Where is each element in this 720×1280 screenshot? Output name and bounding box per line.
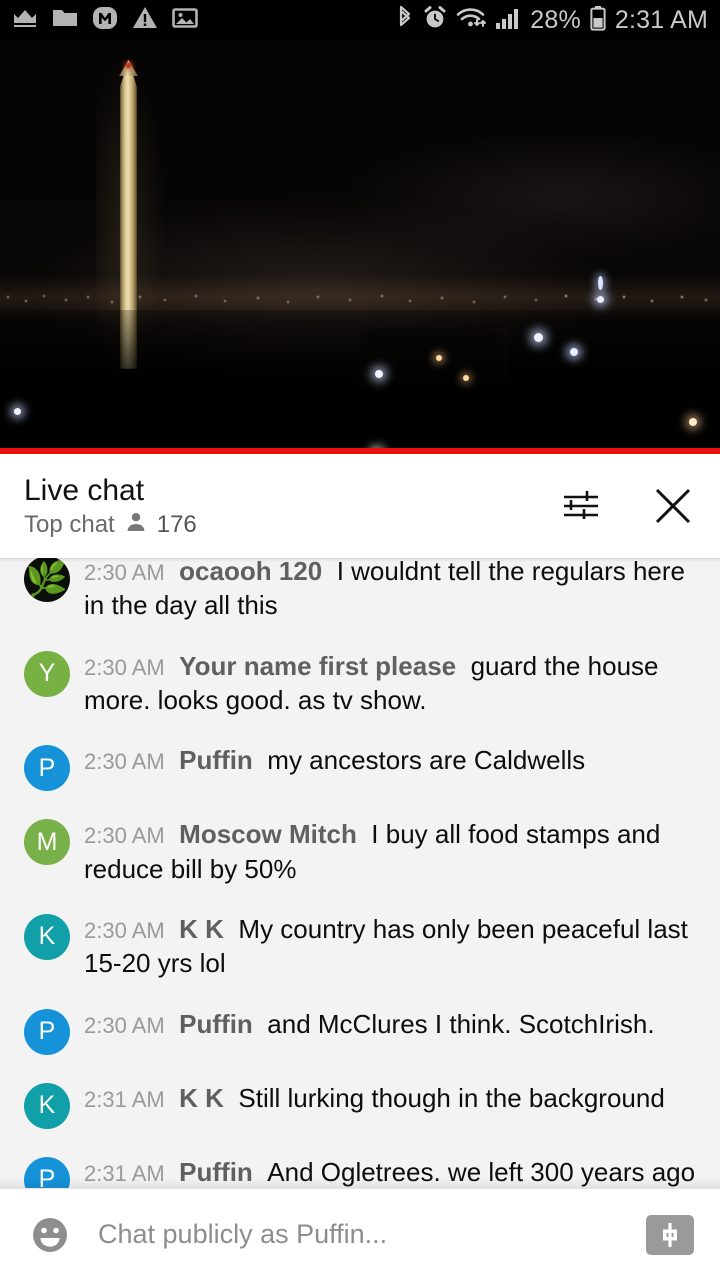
cannabis-leaf-icon: 🌿: [25, 560, 69, 598]
video-lamp: [689, 418, 697, 426]
chat-message-body: 2:30 AM ocaooh 120 I wouldnt tell the re…: [84, 558, 696, 623]
close-icon[interactable]: [650, 483, 696, 529]
chat-message-time: 2:30 AM: [84, 560, 165, 585]
avatar-letter: M: [36, 827, 58, 856]
video-lamp: [463, 375, 469, 381]
warning-icon: [132, 6, 158, 34]
avatar-letter: P: [38, 1017, 56, 1045]
chat-message-body: 2:30 AM Moscow Mitch I buy all food stam…: [84, 817, 696, 886]
avatar-letter: Y: [38, 659, 56, 688]
chat-message-text: I buy all food stamps and reduce bill by…: [84, 819, 661, 884]
tune-sliders-icon[interactable]: [558, 483, 604, 529]
chat-message-time: 2:30 AM: [84, 917, 165, 943]
chat-message[interactable]: K 2:30 AM K K My country has only been pe…: [0, 898, 720, 993]
monument-beacon-light: [126, 63, 131, 68]
page-title: Live chat: [24, 473, 145, 507]
person-icon: [125, 511, 147, 538]
live-chat-header: Live chat Top chat 176: [0, 454, 720, 558]
chat-message-list[interactable]: 🌿 2:30 AM ocaooh 120 I wouldnt tell the r…: [0, 558, 720, 1188]
battery-percent-label: 28%: [530, 5, 581, 34]
chat-message-author[interactable]: Puffin: [179, 1009, 253, 1039]
chat-header-titles: Live chat Top chat 176: [24, 474, 197, 539]
video-foreground-dark: [0, 310, 720, 454]
chat-message[interactable]: P 2:30 AM Puffin my ancestors are Caldwel…: [0, 729, 720, 803]
status-bar-system-icons: 28% 2:31 AM: [396, 5, 708, 36]
chat-message-time: 2:30 AM: [84, 823, 165, 849]
chat-message-body: 2:30 AM K K My country has only been pea…: [84, 912, 696, 981]
avatar-letter: P: [38, 753, 56, 782]
chat-message-time: 2:30 AM: [84, 1012, 165, 1038]
chat-message-body: 2:30 AM Your name first please guard the…: [84, 649, 696, 718]
list-top-shadow: [0, 558, 720, 562]
list-bottom-shadow: [0, 1178, 720, 1188]
chat-mode-label[interactable]: Top chat: [24, 511, 115, 539]
chat-message-author[interactable]: Puffin: [179, 745, 253, 775]
chat-message[interactable]: K 2:31 AM K K Still lurking though in the…: [0, 1067, 720, 1141]
chat-message-author[interactable]: K K: [179, 914, 224, 944]
video-lamp: [597, 296, 604, 303]
chat-message-body: 2:30 AM Puffin my ancestors are Caldwell…: [84, 743, 585, 791]
clock-label: 2:31 AM: [614, 5, 708, 34]
status-bar: 28% 2:31 AM: [0, 0, 720, 40]
avatar-letter: K: [38, 922, 56, 951]
chat-message-time: 2:30 AM: [84, 654, 165, 680]
avatar[interactable]: M: [24, 819, 70, 866]
video-lamp: [570, 348, 578, 356]
chat-message-text: I wouldnt tell the regulars here in the …: [84, 558, 685, 621]
alarm-icon: [423, 5, 447, 36]
viewer-count: 176: [156, 510, 197, 538]
chat-message[interactable]: Y 2:30 AM Your name first please guard th…: [0, 635, 720, 730]
emoji-smiley-icon[interactable]: [26, 1211, 74, 1259]
m-app-icon: [92, 6, 118, 35]
chat-message-text: Still lurking though in the background: [238, 1082, 665, 1113]
cannabis-leaf-avatar[interactable]: 🌿: [24, 558, 70, 602]
avatar[interactable]: K: [24, 913, 70, 960]
chat-header-actions: [558, 483, 696, 529]
video-player[interactable]: [0, 40, 720, 454]
chat-message-text: and McClures I think. ScotchIrish.: [267, 1008, 655, 1039]
signal-icon: [495, 6, 521, 35]
video-lamp: [375, 370, 383, 378]
chat-message-time: 2:30 AM: [84, 749, 165, 775]
avatar-letter: K: [38, 1091, 56, 1119]
chat-input-bar: [0, 1188, 720, 1280]
dollar-superchat-icon[interactable]: [646, 1214, 694, 1255]
crown-icon: [12, 7, 38, 34]
chat-message-body: 2:30 AM Puffin and McClures I think. Sco…: [84, 1007, 655, 1055]
avatar[interactable]: P: [24, 1008, 70, 1055]
chat-message[interactable]: M 2:30 AM Moscow Mitch I buy all food sta…: [0, 803, 720, 898]
folder-icon: [52, 7, 78, 34]
chat-message-author[interactable]: K K: [179, 1083, 224, 1113]
avatar[interactable]: K: [24, 1082, 70, 1129]
video-lamp: [14, 408, 21, 415]
chat-message[interactable]: 🌿 2:30 AM ocaooh 120 I wouldnt tell the r…: [0, 558, 720, 635]
avatar[interactable]: Y: [24, 650, 70, 697]
chat-message-author[interactable]: Moscow Mitch: [179, 819, 357, 849]
chat-message-list-inner: 🌿 2:30 AM ocaooh 120 I wouldnt tell the r…: [0, 558, 720, 1188]
video-lamp: [598, 276, 603, 290]
chat-message-text: My country has only been peaceful last 1…: [84, 913, 688, 979]
video-lamp: [436, 355, 442, 361]
chat-header-meta[interactable]: Top chat 176: [24, 511, 197, 539]
chat-message-time: 2:31 AM: [84, 1086, 165, 1112]
chat-message-text: my ancestors are Caldwells: [267, 745, 586, 776]
chat-message-author[interactable]: ocaooh 120: [179, 558, 322, 586]
status-bar-notification-icons: [12, 6, 198, 35]
chat-input[interactable]: [74, 1219, 646, 1250]
video-lamp: [534, 333, 543, 342]
chat-message-author[interactable]: Your name first please: [179, 651, 456, 681]
image-icon: [172, 7, 198, 34]
bluetooth-icon: [396, 5, 414, 36]
avatar[interactable]: P: [24, 745, 70, 792]
battery-icon: [590, 5, 606, 36]
chat-message[interactable]: P 2:30 AM Puffin and McClures I think. Sc…: [0, 993, 720, 1067]
chat-message-body: 2:31 AM K K Still lurking though in the …: [84, 1081, 665, 1129]
wifi-icon: [456, 6, 487, 35]
